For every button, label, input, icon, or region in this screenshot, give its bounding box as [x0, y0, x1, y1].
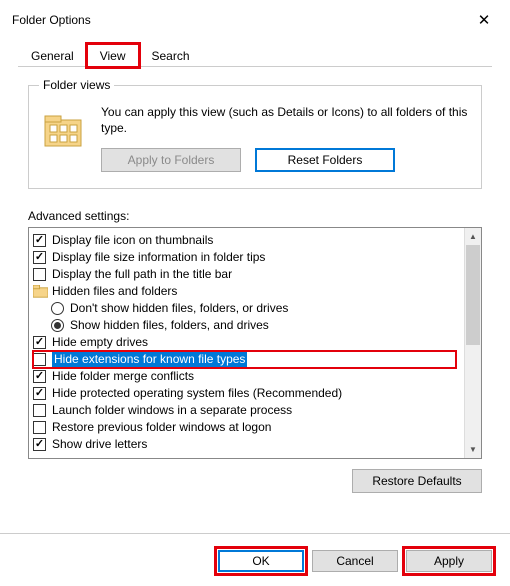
list-item-label: Launch folder windows in a separate proc…	[52, 402, 292, 419]
advanced-settings-label: Advanced settings:	[28, 209, 482, 223]
list-item[interactable]: Hidden files and folders	[33, 283, 456, 300]
list-item-label: Hide protected operating system files (R…	[52, 385, 342, 402]
folder-views-desc: You can apply this view (such as Details…	[101, 104, 471, 136]
advanced-settings-listbox: ✓ Display file icon on thumbnails ✓ Display…	[28, 227, 482, 459]
list-item-label: Don't show hidden files, folders, or dri…	[70, 300, 288, 317]
list-item[interactable]: ✓ Hide empty drives	[33, 334, 456, 351]
list-item[interactable]: ✓ Display file icon on thumbnails	[33, 232, 456, 249]
checkbox-icon[interactable]: ✓	[33, 387, 46, 400]
checkbox-icon[interactable]: ✓	[33, 234, 46, 247]
list-item[interactable]: Display the full path in the title bar	[33, 266, 456, 283]
tab-search[interactable]: Search	[139, 44, 203, 67]
folder-views-legend: Folder views	[39, 78, 114, 92]
checkbox-icon[interactable]	[33, 268, 46, 281]
list-item-label: Display file size information in folder …	[52, 249, 265, 266]
tab-strip: General View Search	[0, 30, 510, 67]
checkbox-icon[interactable]	[33, 353, 46, 366]
list-item[interactable]: Launch folder windows in a separate proc…	[33, 402, 456, 419]
tab-view[interactable]: View	[87, 44, 139, 67]
list-item[interactable]: Hide extensions for known file types	[33, 351, 456, 368]
titlebar: Folder Options ✕	[0, 0, 510, 30]
list-item-label: Hide extensions for known file types	[52, 351, 247, 368]
apply-button[interactable]: Apply	[406, 550, 492, 572]
window-title: Folder Options	[12, 13, 464, 27]
folder-views-group: Folder views You can apply thi	[28, 78, 482, 189]
restore-defaults-button[interactable]: Restore Defaults	[352, 469, 482, 493]
folder-views-icon	[39, 106, 87, 154]
list-item-label: Hidden files and folders	[52, 283, 177, 300]
checkbox-icon[interactable]: ✓	[33, 251, 46, 264]
radio-icon[interactable]	[51, 302, 64, 315]
list-item-label: Display the full path in the title bar	[52, 266, 232, 283]
list-item-label: Hide folder merge conflicts	[52, 368, 194, 385]
list-item-label: Show hidden files, folders, and drives	[70, 317, 269, 334]
list-item-label: Restore previous folder windows at logon	[52, 419, 271, 436]
advanced-settings-list[interactable]: ✓ Display file icon on thumbnails ✓ Display…	[29, 228, 464, 458]
list-item[interactable]: Don't show hidden files, folders, or dri…	[33, 300, 456, 317]
radio-icon[interactable]	[51, 319, 64, 332]
scroll-up-icon[interactable]: ▲	[465, 228, 481, 245]
dialog-footer: OK Cancel Apply	[0, 533, 510, 586]
close-icon[interactable]: ✕	[464, 11, 504, 29]
folder-icon	[33, 285, 48, 298]
ok-button[interactable]: OK	[218, 550, 304, 572]
apply-to-folders-button: Apply to Folders	[101, 148, 241, 172]
list-item[interactable]: ✓ Hide protected operating system files (…	[33, 385, 456, 402]
scrollbar[interactable]: ▲ ▼	[464, 228, 481, 458]
list-item-label: Show drive letters	[52, 436, 147, 453]
list-item[interactable]: Show hidden files, folders, and drives	[33, 317, 456, 334]
list-item-label: Display file icon on thumbnails	[52, 232, 213, 249]
list-item[interactable]: ✓ Show drive letters	[33, 436, 456, 453]
reset-folders-button[interactable]: Reset Folders	[255, 148, 395, 172]
scroll-thumb[interactable]	[466, 245, 480, 345]
list-item-label: Hide empty drives	[52, 334, 148, 351]
checkbox-icon[interactable]: ✓	[33, 336, 46, 349]
scroll-down-icon[interactable]: ▼	[465, 441, 481, 458]
view-page: Folder views You can apply thi	[0, 68, 510, 523]
tab-general[interactable]: General	[18, 44, 87, 67]
list-item[interactable]: ✓ Hide folder merge conflicts	[33, 368, 456, 385]
cancel-button[interactable]: Cancel	[312, 550, 398, 572]
checkbox-icon[interactable]	[33, 404, 46, 417]
checkbox-icon[interactable]	[33, 421, 46, 434]
checkbox-icon[interactable]: ✓	[33, 438, 46, 451]
folder-options-window: Folder Options ✕ General View Search Fol…	[0, 0, 510, 586]
checkbox-icon[interactable]: ✓	[33, 370, 46, 383]
list-item[interactable]: Restore previous folder windows at logon	[33, 419, 456, 436]
list-item[interactable]: ✓ Display file size information in folder…	[33, 249, 456, 266]
